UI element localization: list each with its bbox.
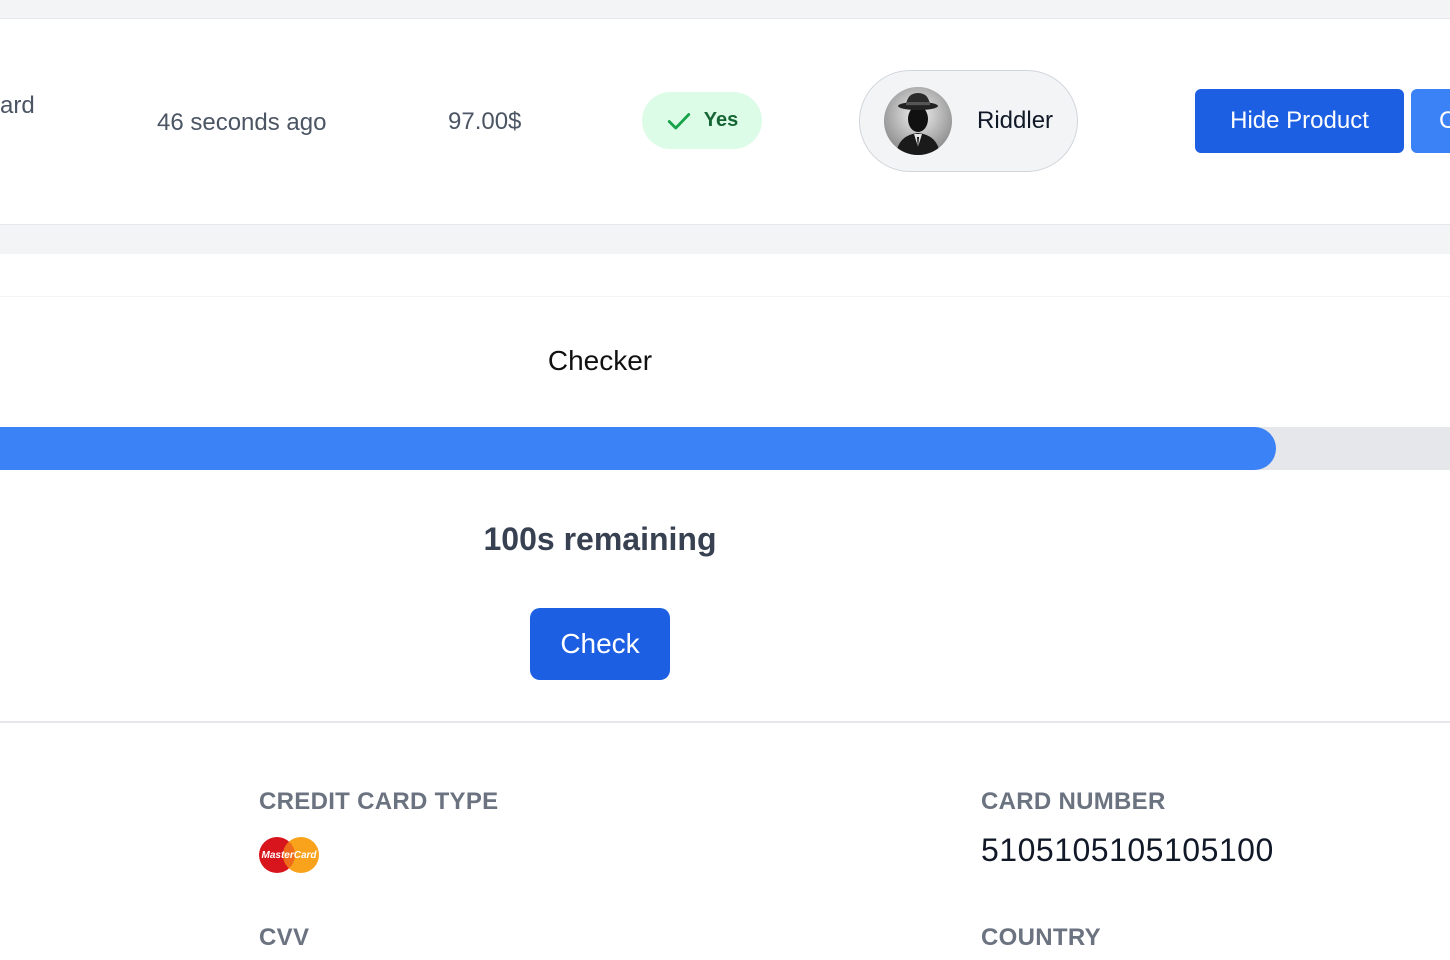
cvv-label: CVV [259, 924, 310, 951]
status-badge: Yes [642, 92, 762, 149]
checker-card: Checker 100s remaining Check [0, 296, 1450, 723]
card-details: CREDIT CARD TYPE MasterCard CARD NUMBER … [0, 724, 1450, 960]
check-button[interactable]: Check [530, 608, 670, 680]
country-label: COUNTRY [981, 924, 1101, 951]
hide-product-button[interactable]: Hide Product [1195, 89, 1404, 153]
next-action-button[interactable]: C [1411, 89, 1450, 153]
next-action-label: C [1439, 107, 1450, 134]
time-cell: 46 seconds ago [157, 109, 327, 136]
top-divider [0, 0, 1450, 19]
checker-title: Checker [547, 345, 653, 376]
progress-fill [0, 427, 1276, 470]
seller-avatar-image [884, 87, 952, 155]
avatar [884, 87, 952, 155]
product-name-cell: ard [0, 92, 35, 119]
card-type-label: CREDIT CARD TYPE [259, 788, 499, 815]
seller-name: Riddler [977, 107, 1054, 134]
progress-bar [0, 427, 1450, 470]
card-number-value: 5105105105105100 [981, 832, 1274, 868]
card-number-label: CARD NUMBER [981, 788, 1166, 815]
price-cell: 97.00$ [448, 108, 522, 135]
seller-pill[interactable]: Riddler [859, 70, 1078, 172]
mastercard-logo: MasterCard [259, 837, 319, 873]
mastercard-logo-text: MasterCard [261, 850, 317, 861]
remaining-time: 100s remaining [483, 521, 717, 557]
page: ard 46 seconds ago 97.00$ Yes Riddler Hi… [0, 0, 1450, 960]
order-row: ard 46 seconds ago 97.00$ Yes Riddler Hi… [0, 19, 1450, 224]
check-icon [667, 112, 690, 129]
section-divider [0, 224, 1450, 254]
status-badge-label: Yes [703, 109, 739, 131]
